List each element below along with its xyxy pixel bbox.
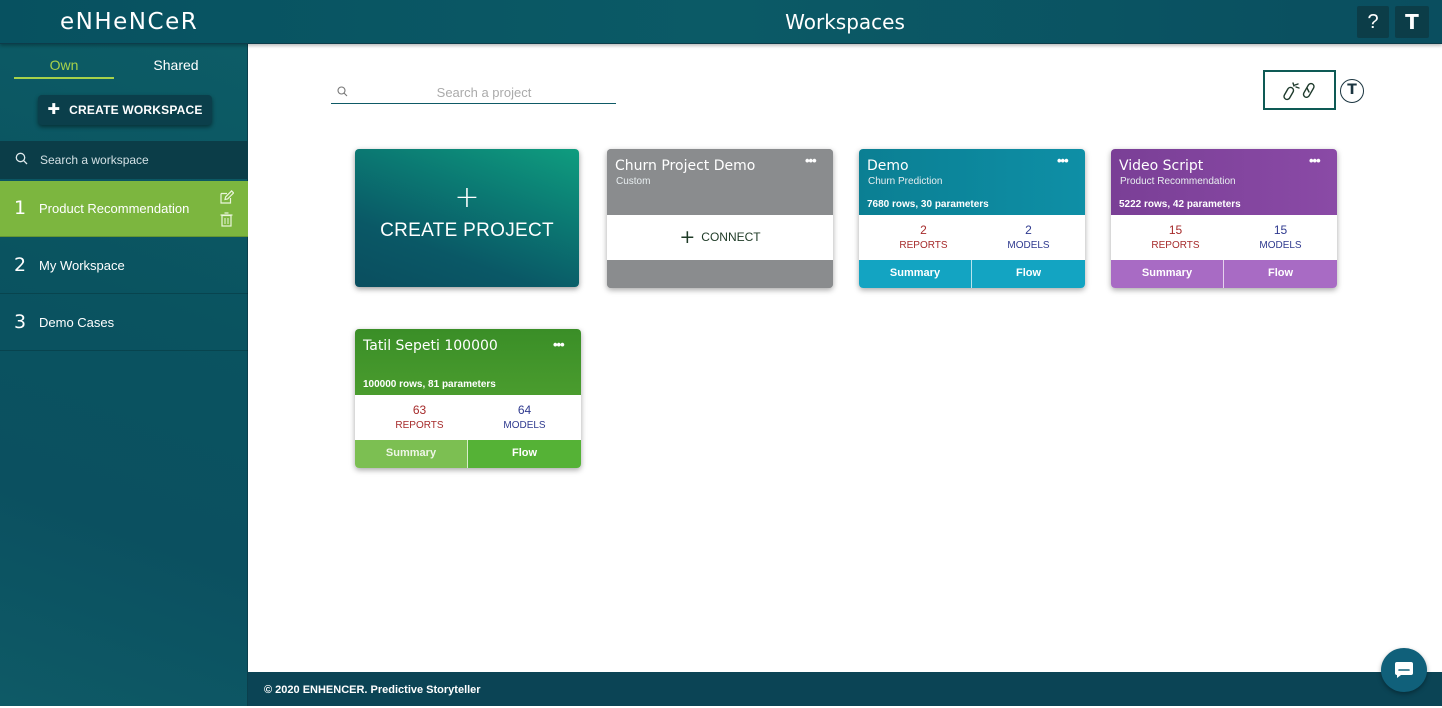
project-title: Churn Project Demo — [615, 158, 756, 174]
card-stats: 15 REPORTS 15 MODELS — [1111, 215, 1337, 260]
workspace-number: 1 — [14, 197, 27, 219]
project-subtitle: Custom — [616, 176, 651, 187]
project-title: Tatil Sepeti 100000 — [363, 338, 498, 354]
flow-button[interactable]: Flow — [972, 260, 1085, 288]
sidebar-item-demo-cases[interactable]: 3 Demo Cases — [0, 295, 248, 351]
models-stat[interactable]: 15 MODELS — [1224, 223, 1337, 251]
models-count: 15 — [1273, 223, 1288, 237]
models-count: 2 — [1025, 223, 1032, 237]
reports-stat[interactable]: 2 REPORTS — [867, 223, 980, 251]
models-label: MODELS — [1007, 240, 1050, 251]
workspace-search-input[interactable] — [38, 149, 238, 171]
project-meta: 7680 rows, 30 parameters — [867, 199, 989, 210]
flow-button[interactable]: Flow — [1224, 260, 1337, 288]
project-card-tatil-sepeti[interactable]: Tatil Sepeti 100000 100000 rows, 81 para… — [355, 329, 581, 468]
create-workspace-button[interactable]: ✚ CREATE WORKSPACE — [38, 95, 212, 125]
models-label: MODELS — [503, 420, 546, 431]
project-title: Demo — [867, 158, 909, 174]
card-stats: 63 REPORTS 64 MODELS — [355, 395, 581, 440]
more-options-icon[interactable]: ••• — [1309, 153, 1321, 168]
create-project-label: CREATE PROJECT — [380, 220, 554, 241]
project-search — [331, 80, 616, 104]
reports-count: 2 — [920, 223, 927, 237]
avatar[interactable]: T — [1340, 79, 1364, 103]
sidebar-item-product-recommendation[interactable]: 1 Product Recommendation — [0, 181, 248, 237]
project-card-churn-project-demo[interactable]: Churn Project Demo Custom ••• + CONNECT — [607, 149, 833, 288]
workspace-search — [0, 141, 248, 179]
workspace-label: My Workspace — [39, 258, 125, 273]
models-count: 64 — [517, 403, 532, 417]
tab-own[interactable]: Own — [14, 55, 114, 79]
reports-label: REPORTS — [1151, 240, 1200, 251]
help-button[interactable]: ? — [1357, 6, 1389, 38]
workspace-tabs: Own Shared — [14, 55, 234, 79]
models-stat[interactable]: 2 MODELS — [972, 223, 1085, 251]
project-search-input[interactable] — [355, 81, 613, 103]
card-footer: Summary Flow — [1111, 260, 1337, 288]
create-workspace-label: CREATE WORKSPACE — [69, 103, 203, 117]
reports-count: 63 — [412, 403, 427, 417]
workspace-label: Demo Cases — [39, 315, 115, 330]
card-footer — [607, 260, 833, 288]
user-menu-button[interactable]: T — [1395, 6, 1429, 38]
reports-label: REPORTS — [899, 240, 948, 251]
page-footer: © 2020 ENHENCER. Predictive Storyteller — [248, 672, 1442, 706]
project-title: Video Script — [1119, 158, 1204, 174]
plus-icon: + — [454, 180, 480, 215]
project-card-video-script[interactable]: Video Script Product Recommendation 5222… — [1111, 149, 1337, 288]
search-icon — [15, 152, 28, 170]
search-icon — [337, 84, 348, 102]
card-stats: 2 REPORTS 2 MODELS — [859, 215, 1085, 260]
project-subtitle: Churn Prediction — [868, 176, 943, 187]
edit-icon[interactable] — [219, 190, 235, 210]
card-header: Tatil Sepeti 100000 100000 rows, 81 para… — [355, 329, 581, 395]
connect-button[interactable]: + CONNECT — [607, 215, 833, 260]
workspace-number: 3 — [14, 311, 27, 333]
app-logo[interactable]: eNHeNCeR — [60, 9, 198, 35]
connect-label: CONNECT — [701, 230, 761, 244]
card-footer: Summary Flow — [355, 440, 581, 468]
reports-label: REPORTS — [395, 420, 444, 431]
plus-icon: ✚ — [47, 101, 61, 118]
top-bar: eNHeNCeR Workspaces ? T — [0, 0, 1442, 44]
card-header: Demo Churn Prediction 7680 rows, 30 para… — [859, 149, 1085, 215]
summary-button[interactable]: Summary — [1111, 260, 1224, 288]
flow-button[interactable]: Flow — [468, 440, 581, 468]
page-title: Workspaces — [785, 10, 905, 34]
project-meta: 5222 rows, 42 parameters — [1119, 199, 1241, 210]
card-header: Churn Project Demo Custom ••• — [607, 149, 833, 215]
project-meta: 100000 rows, 81 parameters — [363, 379, 496, 390]
project-subtitle: Product Recommendation — [1120, 176, 1236, 187]
card-header: Video Script Product Recommendation 5222… — [1111, 149, 1337, 215]
models-stat[interactable]: 64 MODELS — [468, 403, 581, 431]
tab-shared[interactable]: Shared — [126, 55, 226, 79]
sidebar-item-my-workspace[interactable]: 2 My Workspace — [0, 238, 248, 294]
create-project-button[interactable]: + CREATE PROJECT — [355, 149, 579, 287]
trash-icon[interactable] — [220, 212, 233, 232]
models-label: MODELS — [1259, 240, 1302, 251]
workspace-number: 2 — [14, 254, 27, 276]
workspace-label: Product Recommendation — [39, 201, 190, 216]
reports-stat[interactable]: 15 REPORTS — [1119, 223, 1232, 251]
chat-button[interactable] — [1381, 648, 1427, 692]
summary-button[interactable]: Summary — [355, 440, 468, 468]
summary-button[interactable]: Summary — [859, 260, 972, 288]
connect-link-button[interactable] — [1263, 70, 1336, 110]
more-options-icon[interactable]: ••• — [1057, 153, 1069, 168]
reports-stat[interactable]: 63 REPORTS — [363, 403, 476, 431]
card-footer: Summary Flow — [859, 260, 1085, 288]
project-card-demo[interactable]: Demo Churn Prediction 7680 rows, 30 para… — [859, 149, 1085, 288]
reports-count: 15 — [1168, 223, 1183, 237]
workspace-sidebar: Own Shared ✚ CREATE WORKSPACE 1 Product R… — [0, 44, 248, 706]
more-options-icon[interactable]: ••• — [805, 153, 817, 168]
more-options-icon[interactable]: ••• — [553, 337, 565, 352]
plus-icon: + — [679, 226, 696, 248]
